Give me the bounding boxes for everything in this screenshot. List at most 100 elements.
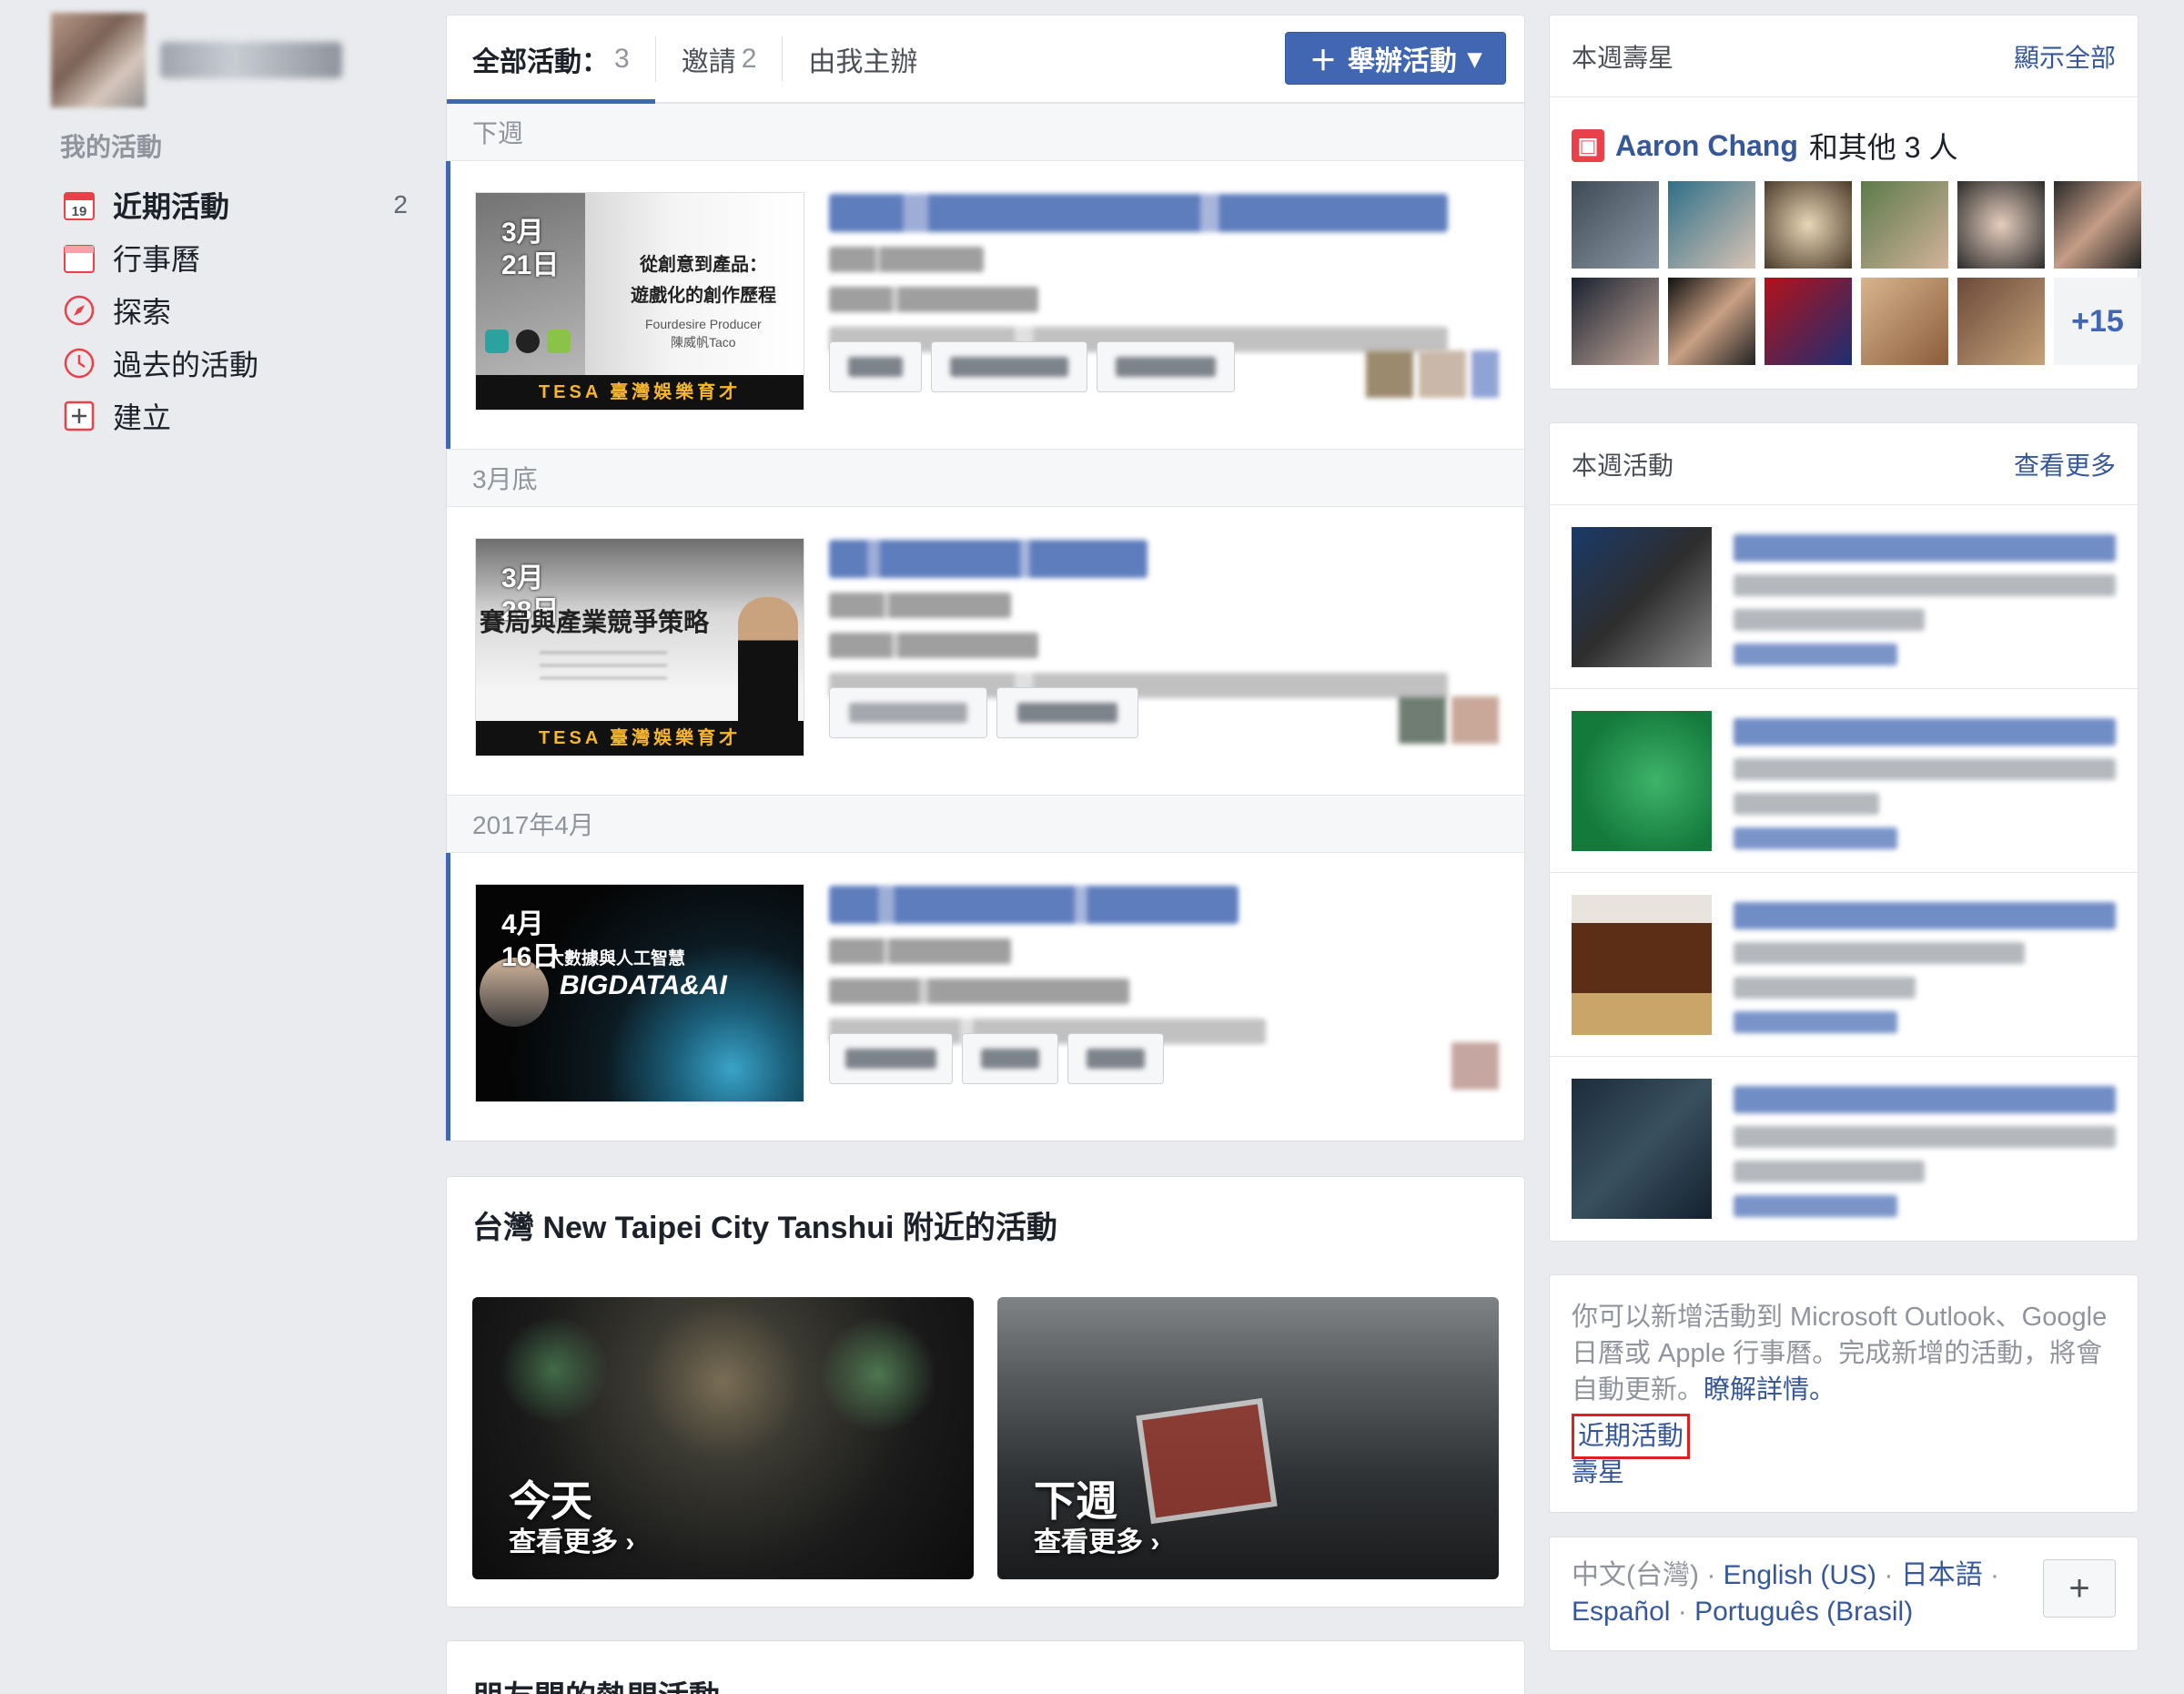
plus-icon: ＋ — [1309, 46, 1337, 76]
event-title-link[interactable] — [829, 194, 1448, 232]
avatar[interactable] — [1668, 278, 1755, 365]
this-week-events-card: 本週活動 查看更多 — [1549, 422, 2138, 1242]
avatar[interactable] — [1764, 278, 1852, 365]
see-more-link[interactable]: 查看更多 › — [509, 1519, 634, 1559]
see-more-link[interactable]: 查看更多 — [2014, 446, 2116, 482]
going-dropdown-button[interactable] — [829, 687, 987, 738]
avatar[interactable] — [1764, 181, 1852, 269]
sidebar-item-label: 過去的活動 — [113, 349, 259, 381]
nearby-title: 台灣 New Taipei City Tanshui 附近的活動 — [472, 1210, 1057, 1245]
birthday-name[interactable]: Aaron Chang — [1615, 129, 1798, 163]
sidebar-item-label: 行事曆 — [113, 243, 201, 276]
birthday-summary[interactable]: ▣ Aaron Chang 和其他 3 人 — [1550, 97, 2138, 181]
upcoming-events-export-link[interactable]: 近期活動 — [1572, 1414, 1691, 1459]
avatar[interactable] — [2054, 181, 2141, 269]
sidebar-item-label: 近期活動 — [113, 190, 230, 223]
nearby-tile-next-week[interactable]: 下週 查看更多 › — [997, 1297, 1499, 1579]
interested-button[interactable] — [829, 1033, 953, 1084]
decline-button[interactable] — [1097, 341, 1235, 392]
event-thumbnail[interactable]: 3月 21日 從創意到產品： 遊戲化的創作歷程 Fourdesire Produ… — [475, 192, 804, 411]
thumbnail-title: 從創意到產品： 遊戲化的創作歷程 — [631, 255, 776, 306]
event-thumbnail[interactable]: 3月 28日 賽局與產業競爭策略 TESA 臺灣娛樂育才 — [475, 538, 804, 756]
event-thumbnail[interactable] — [1572, 711, 1712, 851]
left-sidebar: 我的活動 19 近期活動 2 行事曆 探索 過去的活動 建立 — [0, 0, 428, 1694]
event-thumbnail[interactable] — [1572, 527, 1712, 667]
tab-all-events[interactable]: 全部活動： 3 — [447, 15, 655, 104]
event-thumbnail[interactable]: 4月 16日 大數據與人工智慧 BIGDATA&AI — [475, 884, 804, 1102]
birthday-suffix: 和其他 3 人 — [1808, 131, 1958, 164]
going-button[interactable] — [962, 1033, 1058, 1084]
events-main: 全部活動： 3 邀請 2 由我主辦 ＋ 舉辦活動 ▾ 下週 3月 21日 從創意… — [446, 15, 1525, 1694]
more-birthdays-button[interactable]: +15 — [2054, 278, 2141, 365]
sidebar-item-create[interactable]: 建立 — [62, 390, 408, 442]
profile-name[interactable] — [160, 42, 342, 78]
event-time — [829, 938, 1011, 964]
maybe-button[interactable] — [931, 341, 1087, 392]
avatar[interactable] — [1861, 278, 1948, 365]
share-button[interactable] — [996, 687, 1138, 738]
avatar[interactable] — [1957, 181, 2045, 269]
avatar[interactable] — [1957, 278, 2045, 365]
event-thumbnail[interactable] — [1572, 1079, 1712, 1219]
calendar-info-text: 你可以新增活動到 Microsoft Outlook、Google 日曆或 Ap… — [1572, 1303, 2108, 1405]
friends-popular-card: 朋友間的熱門活動 — [446, 1640, 1525, 1694]
sidebar-item-upcoming[interactable]: 19 近期活動 2 — [62, 178, 408, 231]
sidebar-section-title: 我的活動 — [60, 133, 163, 161]
avatar[interactable] — [1861, 181, 1948, 269]
event-location — [829, 287, 1038, 312]
language-selector: 中文(台灣) · English (US) · 日本語 · Español · … — [1550, 1537, 2138, 1650]
friends-attending[interactable] — [1399, 696, 1499, 744]
thumbnail-subtitle: BIGDATA&AI — [560, 970, 727, 1000]
week-event-item[interactable] — [1550, 873, 2138, 1057]
calendar-info: 你可以新增活動到 Microsoft Outlook、Google 日曆或 Ap… — [1550, 1275, 2138, 1512]
thumbnail-title: 賽局與產業競爭策略 — [480, 609, 710, 637]
event-time — [829, 593, 1011, 618]
week-event-item[interactable] — [1550, 505, 2138, 689]
sidebar-item-discover[interactable]: 探索 — [62, 284, 408, 337]
event-title-link[interactable] — [829, 886, 1239, 924]
see-more-link[interactable]: 查看更多 › — [1034, 1519, 1159, 1559]
going-button[interactable] — [829, 341, 922, 392]
show-all-link[interactable]: 顯示全部 — [2014, 38, 2116, 75]
language-link[interactable]: Português (Brasil) — [1694, 1597, 1913, 1627]
avatar[interactable] — [1668, 181, 1755, 269]
create-event-button[interactable]: ＋ 舉辦活動 ▾ — [1284, 32, 1506, 85]
tab-hosting[interactable]: 由我主辦 — [783, 15, 943, 103]
caret-down-icon: ▾ — [1467, 43, 1481, 74]
event-location — [829, 633, 1038, 658]
gift-icon: ▣ — [1572, 129, 1604, 162]
event-thumbnail[interactable] — [1572, 895, 1712, 1035]
svg-text:19: 19 — [72, 204, 87, 219]
avatar[interactable] — [51, 13, 146, 107]
week-event-item[interactable] — [1550, 1057, 2138, 1241]
sidebar-item-label: 探索 — [113, 296, 172, 329]
tab-label: 由我主辦 — [808, 46, 918, 77]
add-language-button[interactable]: + — [2043, 1559, 2116, 1618]
tab-count: 2 — [741, 43, 757, 74]
sidebar-item-past[interactable]: 過去的活動 — [62, 337, 408, 390]
event-details — [1734, 534, 2116, 665]
birthdays-export-link[interactable]: 壽星 — [1572, 1459, 2116, 1486]
language-link[interactable]: Español — [1572, 1597, 1670, 1627]
avatar[interactable] — [1572, 181, 1659, 269]
language-link[interactable]: 日本語 — [1901, 1560, 1983, 1590]
nearby-tile-today[interactable]: 今天 查看更多 › — [472, 1297, 974, 1579]
event-title-link[interactable] — [829, 540, 1148, 578]
birthdays-title: 本週壽星 — [1572, 43, 1674, 72]
more-button[interactable] — [1067, 1033, 1164, 1084]
calendar-icon — [62, 240, 96, 275]
week-event-item[interactable] — [1550, 689, 2138, 873]
language-link[interactable]: English (US) — [1724, 1560, 1876, 1590]
event-item: 4月 16日 大數據與人工智慧 BIGDATA&AI — [446, 853, 1524, 1141]
learn-more-link[interactable]: 瞭解詳情。 — [1704, 1375, 1835, 1405]
avatar[interactable] — [1572, 278, 1659, 365]
friends-attending[interactable] — [1451, 1042, 1499, 1090]
profile-link[interactable] — [51, 13, 342, 107]
event-details — [829, 194, 1484, 352]
calendar-19-icon: 19 — [62, 188, 96, 222]
tab-invites[interactable]: 邀請 2 — [656, 15, 783, 103]
friends-attending[interactable] — [1366, 350, 1499, 398]
tab-count: 3 — [614, 43, 630, 74]
friends-popular-title: 朋友間的熱門活動 — [447, 1641, 1524, 1694]
sidebar-item-calendar[interactable]: 行事曆 — [62, 231, 408, 284]
